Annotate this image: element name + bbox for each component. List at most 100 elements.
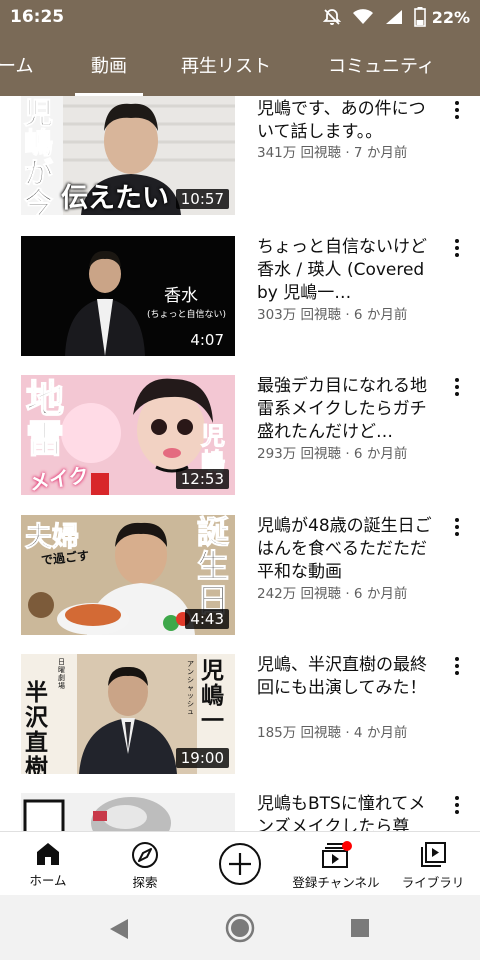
- recents-square-icon[interactable]: [350, 918, 370, 938]
- home-icon: [37, 843, 59, 865]
- status-time: 16:25: [10, 7, 65, 27]
- thumb-char: 地: [25, 377, 65, 421]
- thumb-char: 児: [201, 657, 224, 684]
- thumb-char: 誕: [196, 515, 230, 551]
- thumb-char: 今: [24, 186, 54, 216]
- video-duration: 10:57: [175, 189, 229, 209]
- thumbnail-caption-vertical: 児 嶋: [201, 422, 226, 476]
- video-duration: 4:07: [190, 331, 224, 349]
- tab-label: ーム: [0, 56, 34, 77]
- create-plus-icon: [219, 843, 261, 885]
- nav-subscriptions[interactable]: 登録チャンネル: [284, 832, 388, 896]
- video-title[interactable]: 児嶋が48歳の誕生日ごはんを食べるただただ平和な動画: [257, 515, 437, 584]
- video-thumbnail[interactable]: 地 雷 メイク 児 嶋 12:53: [21, 375, 235, 495]
- compass-icon: [132, 842, 158, 868]
- video-title[interactable]: 児嶋もBTSに憧れてメンズメイクしたら尊: [257, 793, 437, 831]
- video-meta: 293万 回視聴 · 6 か月前: [257, 446, 408, 462]
- video-title[interactable]: 最強デカ目になれる地雷系メイクしたらガチ盛れたんだけど…: [257, 375, 437, 444]
- video-item[interactable]: 夫婦 で過ごす 誕 生 日 4:43 児嶋が48歳の誕生日ごはんを食べるただただ…: [0, 515, 480, 635]
- youtube-channel-videos-screen: 16:25 22% ーム 動画 再生リスト コミュニティ 児 嶋 が 今 伝えた…: [0, 0, 480, 960]
- video-title[interactable]: 児嶋、半沢直樹の最終回にも出演してみた！: [257, 654, 437, 723]
- video-meta: 242万 回視聴 · 6 か月前: [257, 586, 408, 602]
- video-duration: 4:43: [185, 609, 229, 629]
- thumb-char: 直: [25, 729, 48, 756]
- mute-bell-icon: [322, 9, 341, 25]
- status-icons: 22%: [322, 7, 470, 27]
- nav-label: 探索: [132, 875, 158, 890]
- video-thumbnail[interactable]: 夫婦 で過ごす 誕 生 日 4:43: [21, 515, 235, 635]
- tab-videos[interactable]: 動画: [75, 34, 143, 96]
- thumb-char: 嶋: [24, 126, 54, 160]
- video-list[interactable]: 児 嶋 が 今 伝えたい 10:57 児嶋です、あの件について話します。。 34…: [0, 96, 480, 831]
- video-title[interactable]: ちょっと自信ないけど香水 / 瑛人 (Covered by 児嶋一…: [257, 236, 437, 305]
- status-bar: 16:25 22%: [0, 0, 480, 34]
- channel-tab-bar: ーム 動画 再生リスト コミュニティ: [0, 34, 480, 96]
- nav-explore[interactable]: 探索: [120, 832, 170, 896]
- thumb-char: 児: [201, 422, 226, 450]
- more-options-button[interactable]: [446, 791, 468, 819]
- battery-percent: 22%: [431, 7, 470, 27]
- back-triangle-icon[interactable]: [108, 917, 130, 941]
- thumb-char: が: [24, 156, 54, 190]
- thumbnail-image: [21, 793, 235, 831]
- thumb-char: 嶋: [201, 682, 224, 709]
- video-meta: 341万 回視聴 · 7 か月前: [257, 145, 408, 161]
- video-item[interactable]: 地 雷 メイク 児 嶋 12:53 最強デカ目になれる地雷系メイクしたらガチ盛れ…: [0, 375, 480, 495]
- video-title[interactable]: 児嶋です、あの件について話します。。: [257, 98, 437, 144]
- video-item[interactable]: 半 沢 直 樹 日曜劇場 児 嶋 一 アンシャッシュ 19:00 児嶋、半沢直樹…: [0, 654, 480, 774]
- video-duration: 19:00: [175, 748, 229, 768]
- tab-label: コミュニティ: [328, 56, 435, 77]
- video-item[interactable]: 児嶋もBTSに憧れてメンズメイクしたら尊: [0, 793, 480, 831]
- thumb-char: 半: [25, 679, 48, 706]
- thumb-char: 一: [201, 707, 224, 734]
- home-circle-icon[interactable]: [225, 913, 255, 943]
- notification-dot: [342, 841, 352, 851]
- tab-label: 動画: [91, 56, 127, 77]
- more-options-button[interactable]: [446, 234, 468, 262]
- thumb-char: 沢: [25, 704, 48, 731]
- tab-home[interactable]: ーム: [0, 34, 33, 96]
- more-options-button[interactable]: [446, 513, 468, 541]
- video-thumbnail[interactable]: 半 沢 直 樹 日曜劇場 児 嶋 一 アンシャッシュ 19:00: [21, 654, 235, 774]
- subscriptions-icon: [322, 841, 352, 868]
- thumbnail-caption-vertical: 児 嶋 一: [201, 658, 224, 733]
- thumbnail-caption: 香水: [164, 286, 198, 306]
- nav-home[interactable]: ホーム: [22, 832, 74, 896]
- wifi-icon: [352, 9, 373, 24]
- battery-icon: [413, 7, 426, 27]
- library-icon: [421, 842, 446, 867]
- thumb-char: 生: [196, 547, 230, 585]
- thumb-char: 雷: [25, 417, 65, 461]
- thumbnail-subcaption: アンシャッシュ: [187, 660, 194, 716]
- video-item[interactable]: 香水 (ちょっと自信ない) 4:07 ちょっと自信ないけど香水 / 瑛人 (Co…: [0, 236, 480, 356]
- nav-label: ホーム: [29, 873, 67, 888]
- system-navigation-bar: [0, 895, 480, 960]
- thumbnail-caption: 伝えたい: [61, 183, 169, 214]
- thumbnail-subcaption: 日曜劇場: [58, 658, 65, 690]
- thumbnail-caption-vertical: 児 嶋 が 今: [24, 98, 62, 216]
- tab-label: 再生リスト: [181, 56, 271, 77]
- more-options-button[interactable]: [446, 652, 468, 680]
- bottom-navigation: ホーム 探索 登録チャンネル ライブラリ: [0, 831, 480, 895]
- tab-playlists[interactable]: 再生リスト: [181, 34, 271, 96]
- nav-label: ライブラリ: [401, 875, 465, 890]
- thumb-char: 樹: [25, 754, 48, 774]
- more-options-button[interactable]: [446, 373, 468, 401]
- thumbnail-subcaption: (ちょっと自信ない): [147, 310, 227, 320]
- thumbnail-caption-vertical: 半 沢 直 樹: [25, 680, 48, 774]
- video-item[interactable]: 児 嶋 が 今 伝えたい 10:57 児嶋です、あの件について話します。。 34…: [0, 96, 480, 216]
- nav-label: 登録チャンネル: [292, 875, 380, 890]
- video-meta: 303万 回視聴 · 6 か月前: [257, 307, 408, 323]
- video-thumbnail[interactable]: 香水 (ちょっと自信ない) 4:07: [21, 236, 235, 356]
- thumbnail-caption-vertical: 誕 生 日: [196, 515, 230, 618]
- nav-create[interactable]: [215, 832, 265, 896]
- cell-signal-icon: [385, 10, 402, 24]
- tab-community[interactable]: コミュニティ: [328, 34, 435, 96]
- thumbnail-caption-vertical: 地 雷: [25, 377, 65, 461]
- video-duration: 12:53: [175, 469, 229, 489]
- video-thumbnail[interactable]: [21, 793, 235, 831]
- video-thumbnail[interactable]: 児 嶋 が 今 伝えたい 10:57: [21, 96, 235, 215]
- video-meta: 185万 回視聴 · 4 か月前: [257, 725, 408, 741]
- more-options-button[interactable]: [446, 96, 468, 124]
- nav-library[interactable]: ライブラリ: [396, 832, 470, 896]
